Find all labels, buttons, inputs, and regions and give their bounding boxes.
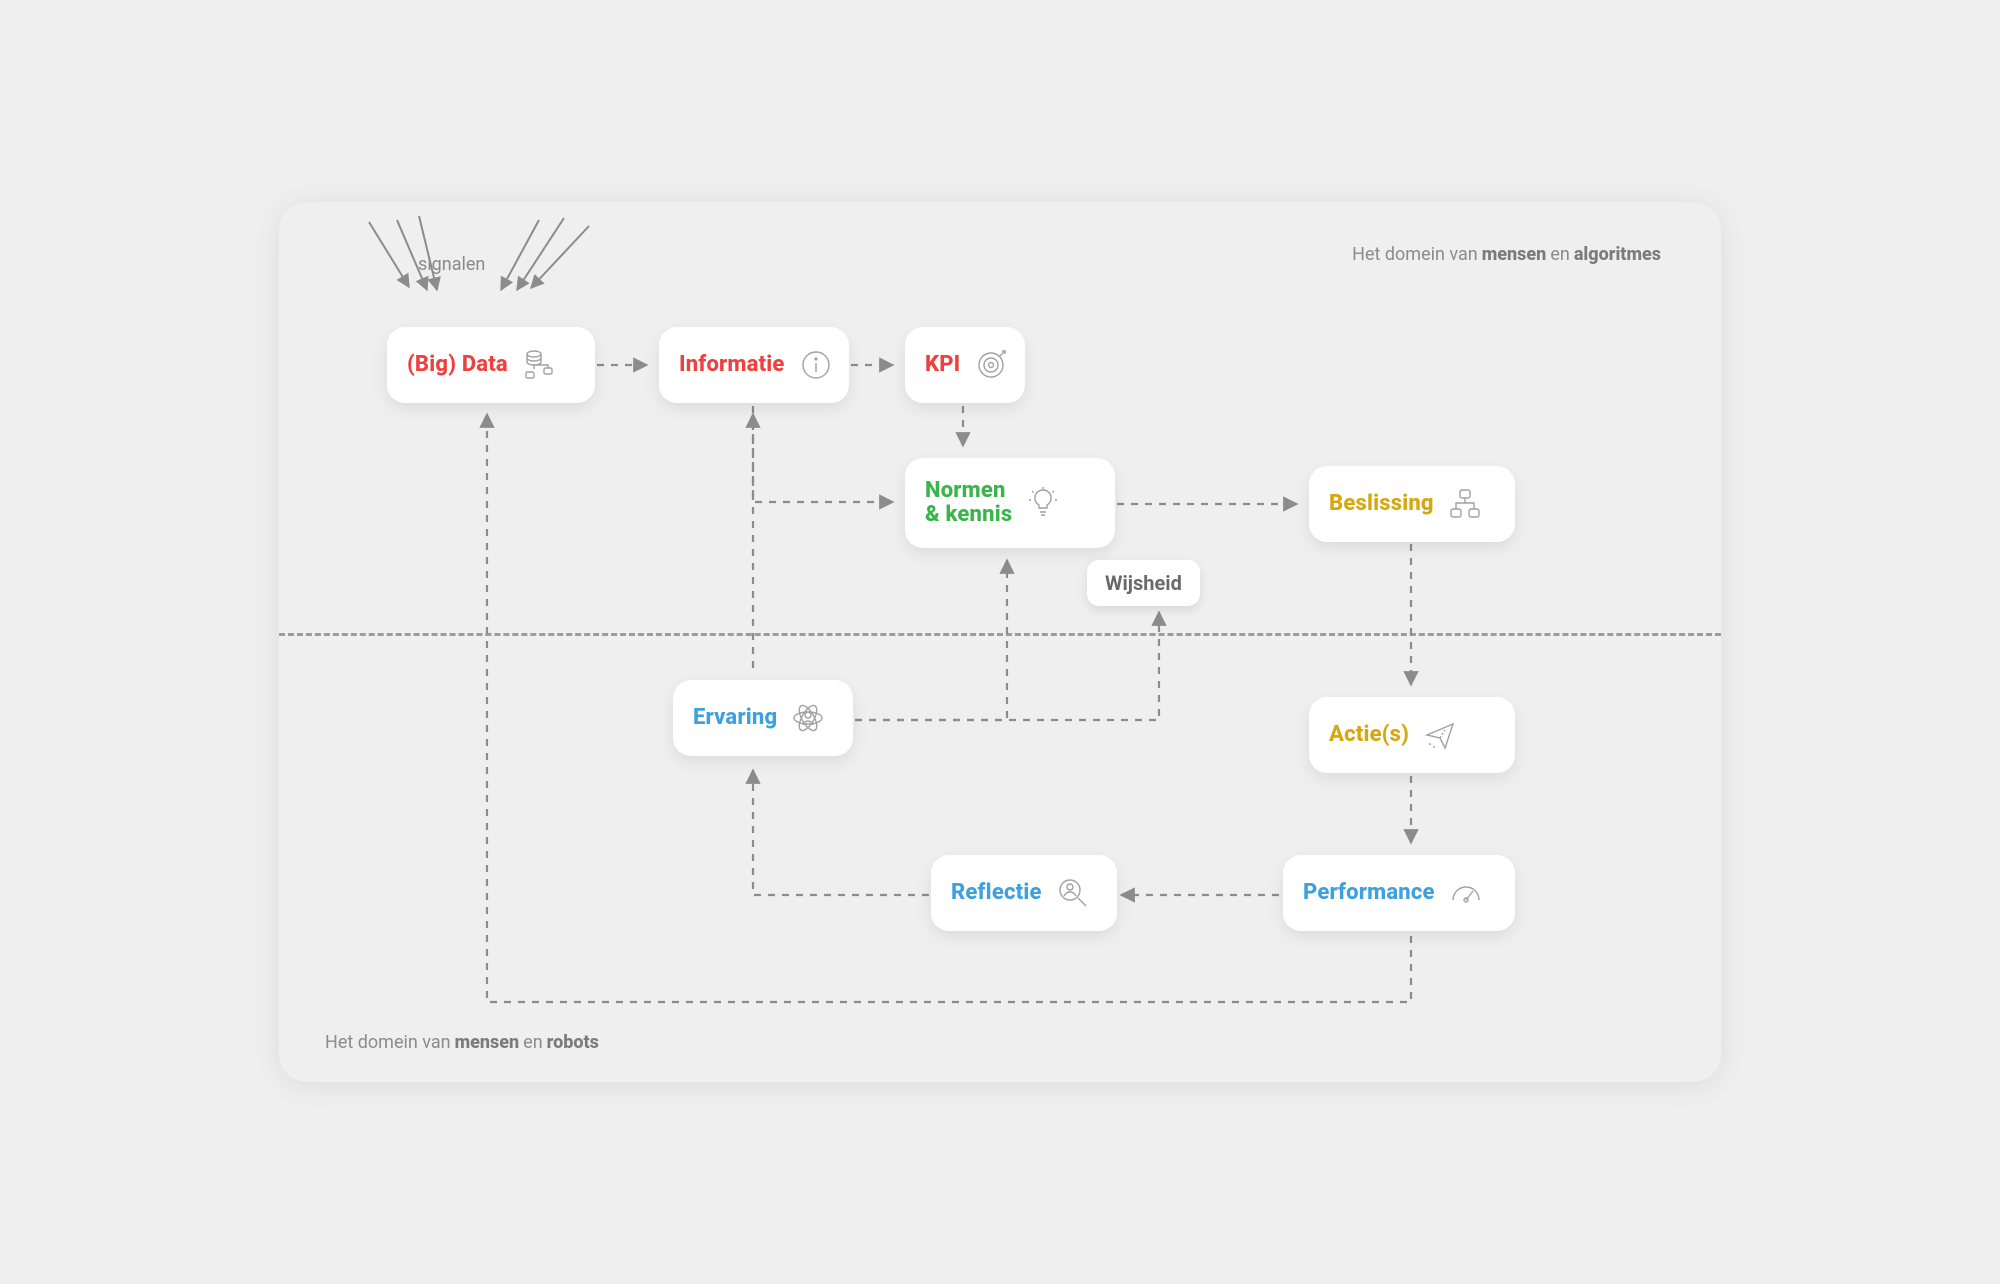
atom-user-icon [791, 701, 825, 735]
node-kpi-label: KPI [925, 353, 960, 377]
diagram-card: Het domein van mensen en algoritmes Het … [279, 202, 1721, 1082]
node-kpi: KPI [905, 327, 1025, 403]
banner-bottom-prefix: Het domein van [325, 1032, 451, 1053]
banner-top-prefix: Het domein van [1352, 244, 1478, 265]
node-ervaring: Ervaring [673, 680, 853, 756]
node-informatie-label: Informatie [679, 353, 785, 377]
node-performance-label: Performance [1303, 881, 1435, 905]
database-tree-icon [522, 348, 556, 382]
node-reflectie-label: Reflectie [951, 881, 1042, 905]
node-beslissing: Beslissing [1309, 466, 1515, 542]
info-icon [799, 348, 833, 382]
pill-wijsheid: Wijsheid [1087, 560, 1200, 606]
node-informatie: Informatie [659, 327, 849, 403]
node-acties-label: Actie(s) [1329, 723, 1409, 747]
banner-top: Het domein van mensen en algoritmes [1324, 234, 1693, 274]
node-normen-label: Normen & kennis [925, 479, 1012, 527]
node-bigdata: (Big) Data [387, 327, 595, 403]
node-beslissing-label: Beslissing [1329, 492, 1434, 516]
flowchart-icon [1448, 487, 1482, 521]
pill-wijsheid-label: Wijsheid [1105, 571, 1182, 595]
banner-top-b1: mensen [1478, 244, 1551, 265]
banner-top-b2: algoritmes [1570, 244, 1665, 265]
paper-plane-icon [1423, 718, 1457, 752]
banner-bottom-b1: mensen [451, 1032, 524, 1053]
magnifier-user-icon [1056, 876, 1090, 910]
node-reflectie: Reflectie [931, 855, 1117, 931]
banner-bottom-b2: robots [543, 1032, 603, 1053]
node-ervaring-label: Ervaring [693, 706, 777, 730]
node-normen: Normen & kennis [905, 458, 1115, 548]
node-acties: Actie(s) [1309, 697, 1515, 773]
signalen-label: signalen [418, 254, 485, 275]
node-bigdata-label: (Big) Data [407, 353, 508, 377]
banner-top-mid: en [1550, 244, 1570, 265]
domain-divider [279, 633, 1721, 636]
target-icon [974, 348, 1008, 382]
page-background: Het domein van mensen en algoritmes Het … [0, 0, 2000, 1284]
node-performance: Performance [1283, 855, 1515, 931]
banner-bottom: Het domein van mensen en robots [297, 1022, 631, 1062]
gauge-icon [1449, 876, 1483, 910]
banner-bottom-mid: en [523, 1032, 543, 1053]
lightbulb-icon [1026, 486, 1060, 520]
